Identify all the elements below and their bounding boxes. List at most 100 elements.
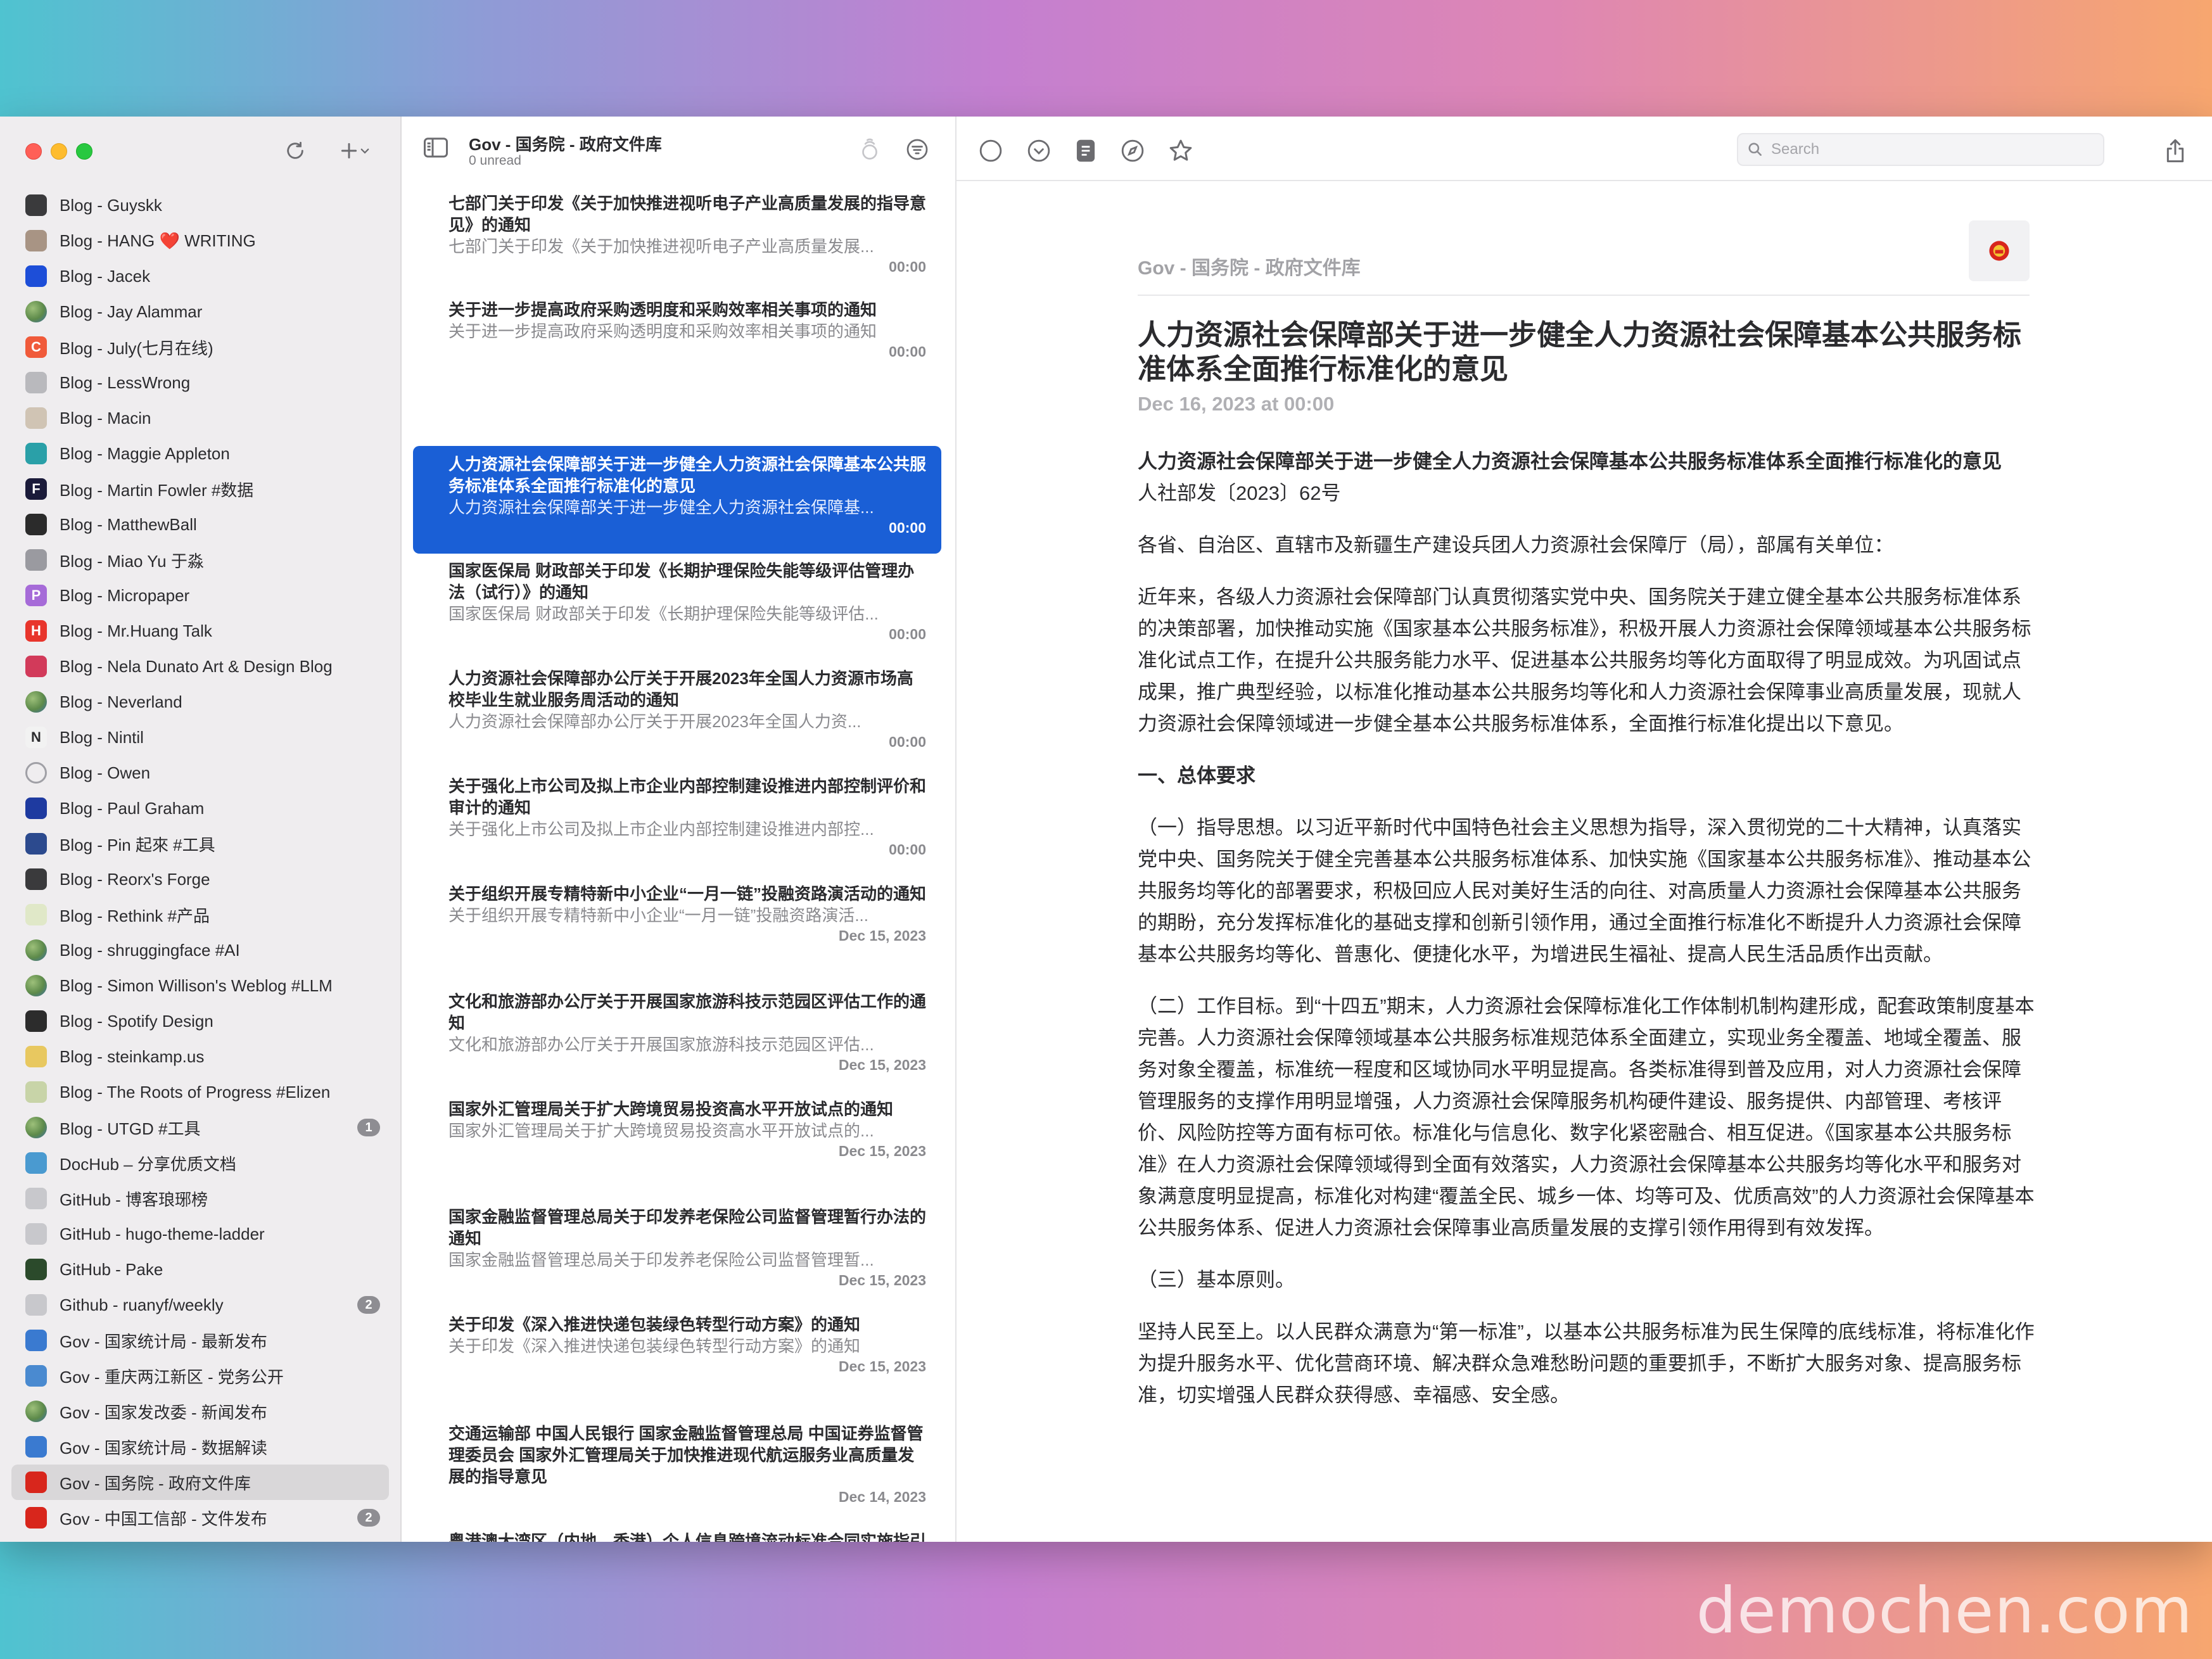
sidebar-feed-item[interactable]: GitHub - 博客琅琊榜	[11, 1181, 389, 1216]
pg-icon	[25, 798, 47, 819]
sidebar-feed-item[interactable]: Blog - Miao Yu 于淼	[11, 542, 389, 578]
mark-unread-button[interactable]	[976, 136, 1006, 166]
add-feed-button[interactable]	[329, 134, 380, 167]
article-item-date: Dec 15, 2023	[838, 927, 926, 944]
feed-source[interactable]: Gov - 国务院 - 政府文件库	[1138, 252, 1361, 280]
sidebar-feed-label: Blog - Jacek	[60, 266, 151, 286]
sidebar-feed-item[interactable]: P Blog - Micropaper	[11, 578, 389, 613]
search-box[interactable]	[1737, 133, 2104, 166]
app-window: Blog - Guyskk Blog - HANG ❤️ WRITING Blog …	[0, 117, 2212, 1542]
sidebar-feed-item[interactable]: Blog - shruggingface #AI	[11, 932, 389, 968]
article-list-item[interactable]: 粤港澳大湾区（内地、香港）个人信息跨境流动标准合同实施指引粤港澳大湾区（内地、香…	[413, 1523, 941, 1542]
close-window-button[interactable]	[25, 143, 42, 160]
filter-button[interactable]	[906, 138, 929, 164]
sidebar-feed-item[interactable]: Blog - steinkamp.us	[11, 1039, 389, 1074]
sidebar-feed-item[interactable]: Blog - Reorx's Forge	[11, 861, 389, 897]
article-item-excerpt: 国家外汇管理局关于扩大跨境贸易投资高水平开放试点的...	[448, 1121, 874, 1140]
sidebar-feed-label: Blog - Martin Fowler #数据	[60, 480, 254, 500]
sidebar-feed-item[interactable]: Blog - Jacek	[11, 258, 389, 294]
next-unread-button[interactable]	[1024, 136, 1054, 166]
sidebar-feed-item[interactable]: Blog - UTGD #工具 1	[11, 1110, 389, 1145]
github-icon	[25, 1188, 47, 1209]
article-list-item[interactable]: 国家金融监督管理总局关于印发养老保险公司监督管理暂行办法的通知 国家金融监督管理总…	[413, 1198, 941, 1302]
sidebar-feed-item[interactable]: Blog - HANG ❤️ WRITING	[11, 223, 389, 258]
c-letter-icon: C	[25, 336, 47, 358]
sidebar-feed-item[interactable]: Blog - Rethink #产品	[11, 897, 389, 932]
sidebar-feed-label: Blog - Paul Graham	[60, 798, 205, 818]
document-number: 人社部发〔2023〕62号	[1138, 482, 1341, 504]
plant-icon	[25, 443, 47, 464]
sidebar-feed-item[interactable]: GitHub - Pake	[11, 1252, 389, 1287]
sidebar-feed-item[interactable]: N Blog - Nintil	[11, 720, 389, 755]
sidebar-feed-label: Gov - 国务院 - 政府文件库	[60, 1473, 251, 1493]
article-list-item[interactable]: 关于印发《深入推进快递包装绿色转型行动方案》的通知 关于印发《深入推进快递包装绿色…	[413, 1306, 941, 1402]
sidebar-feed-label: Blog - Owen	[60, 763, 151, 782]
sidebar-feed-item[interactable]: Blog - Nela Dunato Art & Design Blog	[11, 649, 389, 684]
reader-toolbar	[957, 117, 2212, 181]
sidebar-feed-item[interactable]: DocHub – 分享优质文档	[11, 1145, 389, 1181]
sidebar-feed-item[interactable]: Blog - Spotify Design	[11, 1003, 389, 1039]
sidebar-feed-item[interactable]: F Blog - Martin Fowler #数据	[11, 471, 389, 507]
article-item-excerpt: 人力资源社会保障部关于进一步健全人力资源社会保障基...	[448, 498, 874, 517]
mark-all-read-button[interactable]	[860, 136, 879, 164]
sidebar-feed-label: Gov - 中国工信部 - 文件发布	[60, 1509, 267, 1529]
sidebar-feed-item[interactable]: Gov - 国家统计局 - 数据解读	[11, 1429, 389, 1465]
article-list-item[interactable]: 文化和旅游部办公厅关于开展国家旅游科技示范园区评估工作的通知 文化和旅游部办公厅关…	[413, 983, 941, 1087]
sidebar-feed-item[interactable]: Blog - Pin 起來 #工具	[11, 826, 389, 861]
sidebar-feed-label: Blog - Neverland	[60, 692, 182, 711]
sidebar-feed-item[interactable]: Blog - Jay Alammar	[11, 294, 389, 329]
sidebar-feed-item[interactable]: Gov - 中国工信部 - 文件发布 2	[11, 1500, 389, 1535]
sidebar-feed-item[interactable]: Blog - The Roots of Progress #Elizen	[11, 1074, 389, 1110]
article-list-item[interactable]: 七部门关于印发《关于加快推进视听电子产业高质量发展的指导意见》的通知 七部门关于印…	[413, 185, 941, 281]
article-list-item[interactable]: 交通运输部 中国人民银行 国家金融监督管理总局 中国证券监督管理委员会 国家外汇…	[413, 1415, 941, 1522]
sidebar-icon	[424, 137, 448, 158]
feed-list: Blog - Guyskk Blog - HANG ❤️ WRITING Blog …	[11, 188, 389, 1535]
open-in-browser-button[interactable]	[1117, 136, 1148, 166]
toggle-sidebar-button[interactable]	[423, 137, 448, 162]
watermark: demochen.com	[1696, 1573, 2193, 1648]
search-input[interactable]	[1770, 140, 2089, 159]
sidebar-feed-item[interactable]: Blog - Neverland	[11, 684, 389, 720]
sidebar-feed-item[interactable]: Blog - Maggie Appleton	[11, 436, 389, 471]
sidebar-feed-item[interactable]: Blog - Paul Graham	[11, 791, 389, 826]
sidebar-feed-item[interactable]: Gov - 国家发改委 - 新闻发布	[11, 1394, 389, 1429]
emblem-icon	[1989, 241, 2009, 261]
refresh-button[interactable]	[279, 134, 312, 167]
article-item-date: Dec 14, 2023	[838, 1489, 926, 1505]
minimize-window-button[interactable]	[51, 143, 67, 160]
article-list-item[interactable]: 关于组织开展专精特新中小企业“一月一链”投融资路演活动的通知 关于组织开展专精特新…	[413, 875, 941, 979]
sidebar-feed-item[interactable]: C Blog - July(七月在线)	[11, 329, 389, 365]
sidebar-feed-item[interactable]: GitHub - hugo-theme-ladder	[11, 1216, 389, 1252]
sidebar-feed-item[interactable]: Blog - LessWrong	[11, 365, 389, 400]
sidebar-feed-label: Blog - shruggingface #AI	[60, 940, 240, 960]
article-item-title: 关于组织开展专精特新中小企业“一月一链”投融资路演活动的通知	[448, 884, 927, 903]
article-list-item[interactable]: 关于进一步提高政府采购透明度和采购效率相关事项的通知 关于进一步提高政府采购透明度…	[413, 291, 941, 376]
globe-icon	[25, 301, 47, 322]
sidebar-feed-item[interactable]: Blog - Owen	[11, 755, 389, 791]
star-button[interactable]	[1166, 136, 1196, 166]
article-list-item[interactable]: 国家外汇管理局关于扩大跨境贸易投资高水平开放试点的通知 国家外汇管理局关于扩大跨境…	[413, 1091, 941, 1195]
sidebar-feed-item[interactable]: H Blog - Mr.Huang Talk	[11, 613, 389, 649]
zoom-window-button[interactable]	[76, 143, 92, 160]
sidebar-feed-item[interactable]: Gov - 国家统计局 - 最新发布	[11, 1323, 389, 1358]
article-list-item[interactable]: 国家医保局 财政部关于印发《长期护理保险失能等级评估管理办法（试行）》的通知国家…	[413, 552, 941, 656]
article-list-item[interactable]: 人力资源社会保障部办公厅关于开展2023年全国人力资源市场高校毕业生就业服务周活…	[413, 660, 941, 764]
sidebar-feed-item[interactable]: Blog - Guyskk	[11, 188, 389, 223]
sidebar-feed-item[interactable]: Gov - 国务院 - 政府文件库	[11, 1465, 389, 1500]
article-list-item[interactable]: 人力资源社会保障部关于进一步健全人力资源社会保障基本公共服务标准体系全面推行标准…	[413, 446, 941, 554]
sidebar-feed-item[interactable]: Gov - 重庆两江新区 - 党务公开	[11, 1358, 389, 1394]
sidebar-feed-label: Blog - Maggie Appleton	[60, 443, 230, 463]
article-item-excerpt: 关于进一步提高政府采购透明度和采购效率相关事项的通知	[448, 322, 877, 341]
sidebar-feed-label: Blog - Nela Dunato Art & Design Blog	[60, 656, 333, 676]
sidebar-feed-item[interactable]: Blog - MatthewBall	[11, 507, 389, 542]
reader-view-button[interactable]	[1071, 136, 1101, 166]
article-list-pane: Gov - 国务院 - 政府文件库 0 unread 七部门关于印发《关于加快推…	[402, 117, 957, 1542]
sidebar-feed-item[interactable]: Github - ruanyf/weekly 2	[11, 1287, 389, 1323]
sidebar-feed-item[interactable]: Blog - Simon Willison's Weblog #LLM	[11, 968, 389, 1003]
article-list-item[interactable]: 关于强化上市公司及拟上市企业内部控制建设推进内部控制评价和审计的通知 关于强化上市…	[413, 768, 941, 872]
article-item-excerpt: 国家医保局 财政部关于印发《长期护理保险失能等级评估...	[448, 604, 879, 623]
article-item-title: 国家医保局 财政部关于印发《长期护理保险失能等级评估管理办法（试行）》的通知	[448, 561, 915, 602]
share-button[interactable]	[2160, 136, 2190, 166]
sidebar-feed-label: Blog - Nintil	[60, 727, 144, 747]
sidebar-feed-item[interactable]: Blog - Macin	[11, 400, 389, 436]
